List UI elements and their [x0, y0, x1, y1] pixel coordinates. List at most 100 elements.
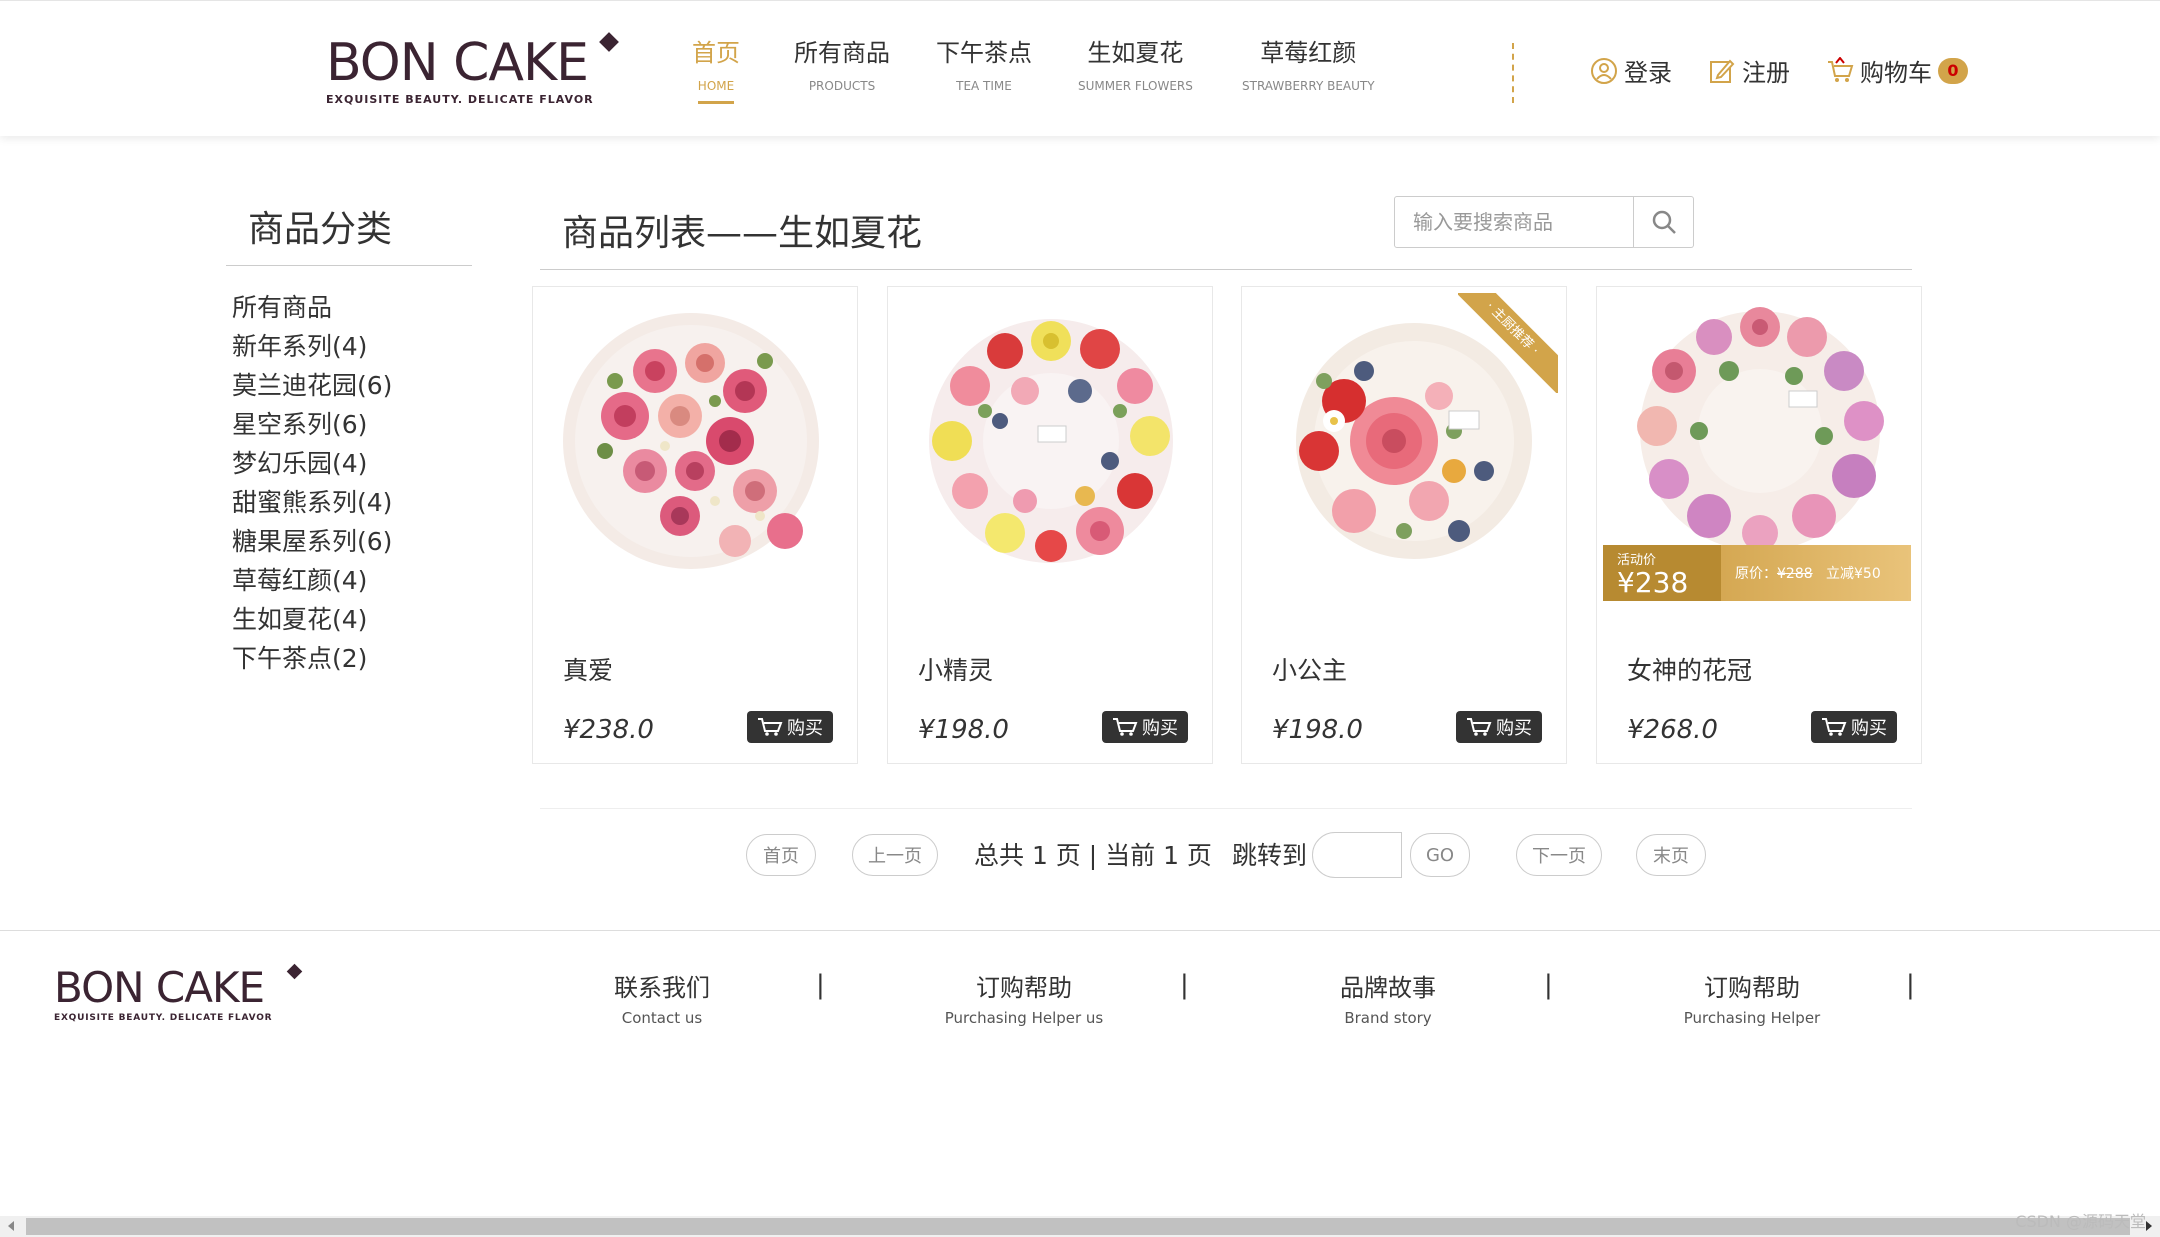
nav-active-underline	[698, 101, 734, 104]
nav-strawberry-beauty[interactable]: 草莓红颜 STRAWBERRY BEAUTY	[1242, 37, 1375, 93]
go-button[interactable]: GO	[1410, 833, 1470, 877]
watermark: CSDN @源码天堂	[2015, 1212, 2146, 1231]
cart-count-badge: 0	[1938, 57, 1968, 84]
nav-home[interactable]: 首页 HOME	[692, 37, 740, 104]
search-icon	[1652, 210, 1676, 234]
nav-products-sublabel: PRODUCTS	[808, 79, 876, 93]
jump-label: 跳转到	[1232, 841, 1308, 870]
nav-strawberry-beauty-sublabel: STRAWBERRY BEAUTY	[1242, 79, 1375, 93]
category-item[interactable]: 莫兰迪花园(6)	[232, 366, 392, 405]
brand-logo[interactable]: BON CAKE EXQUISITE BEAUTY. DELICATE FLAV…	[326, 32, 626, 107]
promo-orig-price: ¥288	[1777, 566, 1813, 582]
buy-button[interactable]: 购买	[1456, 711, 1542, 743]
cart-icon	[758, 718, 783, 736]
footer-link-sublabel: Brand story	[1344, 1009, 1432, 1027]
brand-name: BON CAKE	[326, 33, 589, 93]
first-page-button[interactable]: 首页	[746, 834, 816, 876]
next-page-button[interactable]: 下一页	[1516, 834, 1602, 876]
footer-brand-tagline: EXQUISITE BEAUTY. DELICATE FLAVOR	[54, 1013, 273, 1023]
promo-detail: 原价：¥288 立减¥50	[1721, 563, 1881, 583]
product-image[interactable]	[910, 301, 1192, 583]
horizontal-scrollbar[interactable]	[0, 1216, 2160, 1237]
cart-link[interactable]: 购物车 0	[1826, 53, 1968, 88]
product-name[interactable]: 小公主	[1272, 651, 1347, 687]
nav-products[interactable]: 所有商品 PRODUCTS	[794, 37, 890, 93]
nav-products-label: 所有商品	[794, 39, 890, 67]
footer-link-label: 品牌故事	[1340, 974, 1436, 1002]
buy-button-label: 购买	[1496, 718, 1532, 739]
search-input[interactable]	[1394, 196, 1634, 248]
footer-separator: |	[816, 970, 825, 1000]
category-item[interactable]: 星空系列(6)	[232, 405, 392, 444]
scroll-left-icon[interactable]	[8, 1221, 14, 1231]
product-image[interactable]	[555, 301, 837, 583]
category-item[interactable]: 甜蜜熊系列(4)	[232, 483, 392, 522]
footer-divider	[0, 930, 2160, 931]
promo-label: 活动价	[1617, 553, 1657, 568]
footer-link-label: 订购帮助	[1704, 974, 1800, 1002]
nav-tea-time[interactable]: 下午茶点 TEA TIME	[936, 37, 1032, 93]
promo-orig-label: 原价：	[1735, 566, 1777, 582]
buy-button[interactable]: 购买	[747, 711, 833, 743]
page-jump-input[interactable]	[1312, 832, 1402, 878]
brand-tagline: EXQUISITE BEAUTY. DELICATE FLAVOR	[326, 93, 594, 106]
buy-button[interactable]: 购买	[1102, 711, 1188, 743]
register-link[interactable]: 注册	[1708, 53, 1790, 88]
category-item[interactable]: 糖果屋系列(6)	[232, 522, 392, 561]
product-card[interactable]: 小精灵 ¥198.0 购买	[887, 286, 1213, 764]
product-name[interactable]: 女神的花冠	[1627, 651, 1752, 687]
product-image[interactable]	[1619, 301, 1901, 583]
footer-logo[interactable]: BON CAKE EXQUISITE BEAUTY. DELICATE FLAV…	[54, 963, 304, 1026]
promo-discount: 立减¥50	[1826, 566, 1881, 582]
footer-link-sublabel: Contact us	[621, 1009, 703, 1027]
page-summary: 总共 1 页 | 当前 1 页	[974, 841, 1212, 870]
cart-icon	[1828, 56, 1854, 82]
register-label: 注册	[1742, 59, 1790, 87]
nav-summer-flowers[interactable]: 生如夏花 SUMMER FLOWERS	[1078, 37, 1193, 93]
footer-link-label: 订购帮助	[976, 974, 1072, 1002]
login-link[interactable]: 登录	[1590, 53, 1672, 88]
footer-separator: |	[1544, 970, 1553, 1000]
product-name[interactable]: 小精灵	[918, 651, 993, 687]
footer-link-purchasing-helper[interactable]: 订购帮助 Purchasing Helper	[1642, 968, 1862, 1027]
product-card[interactable]: 真爱 ¥238.0 购买	[532, 286, 858, 764]
buy-button[interactable]: 购买	[1811, 711, 1897, 743]
footer-separator: |	[1180, 970, 1189, 1000]
login-label: 登录	[1624, 59, 1672, 87]
chef-recommend-ribbon: · 主厨推荐 ·	[1458, 293, 1558, 393]
promo-price: ¥238	[1617, 566, 1689, 599]
cart-icon	[1822, 718, 1847, 736]
prev-page-button[interactable]: 上一页	[852, 834, 938, 876]
footer-separator: |	[1906, 970, 1915, 1000]
category-item[interactable]: 草莓红颜(4)	[232, 561, 392, 600]
promo-banner: 活动价 ¥238 原价：¥288 立减¥50	[1603, 545, 1911, 601]
last-page-button[interactable]: 末页	[1636, 834, 1706, 876]
category-list: 所有商品 新年系列(4) 莫兰迪花园(6) 星空系列(6) 梦幻乐园(4) 甜蜜…	[232, 288, 392, 678]
footer-link-brand-story[interactable]: 品牌故事 Brand story	[1278, 968, 1498, 1027]
category-item[interactable]: 生如夏花(4)	[232, 600, 392, 639]
footer-link-purchasing-help[interactable]: 订购帮助 Purchasing Helper us	[914, 968, 1134, 1027]
footer-link-contact[interactable]: 联系我们 Contact us	[552, 968, 772, 1027]
product-name[interactable]: 真爱	[563, 651, 613, 687]
product-card[interactable]: 活动价 ¥238 原价：¥288 立减¥50 女神的花冠 ¥268.0 购买	[1596, 286, 1922, 764]
category-item[interactable]: 梦幻乐园(4)	[232, 444, 392, 483]
nav-tea-time-sublabel: TEA TIME	[956, 79, 1012, 93]
buy-button-label: 购买	[787, 718, 823, 739]
nav-home-label: 首页	[692, 39, 740, 67]
category-item[interactable]: 下午茶点(2)	[232, 639, 392, 678]
scroll-right-icon[interactable]	[2146, 1221, 2152, 1231]
footer-link-sublabel: Purchasing Helper us	[944, 1009, 1104, 1027]
cart-icon	[1113, 718, 1138, 736]
chef-recommend-label: · 主厨推荐 ·	[1458, 293, 1558, 393]
scrollbar-thumb[interactable]	[26, 1218, 2130, 1235]
nav-summer-flowers-label: 生如夏花	[1087, 39, 1184, 67]
search-button[interactable]	[1634, 196, 1694, 248]
product-card[interactable]: · 主厨推荐 · 小公主 ¥198.0 购买	[1241, 286, 1567, 764]
footer-link-label: 联系我们	[614, 974, 710, 1002]
nav-tea-time-label: 下午茶点	[936, 39, 1032, 67]
product-price: ¥238.0	[563, 715, 654, 745]
category-item[interactable]: 新年系列(4)	[232, 327, 392, 366]
category-item[interactable]: 所有商品	[232, 288, 392, 327]
sidebar-title: 商品分类	[226, 200, 472, 266]
product-list-header: 商品列表——生如夏花	[540, 202, 1912, 270]
